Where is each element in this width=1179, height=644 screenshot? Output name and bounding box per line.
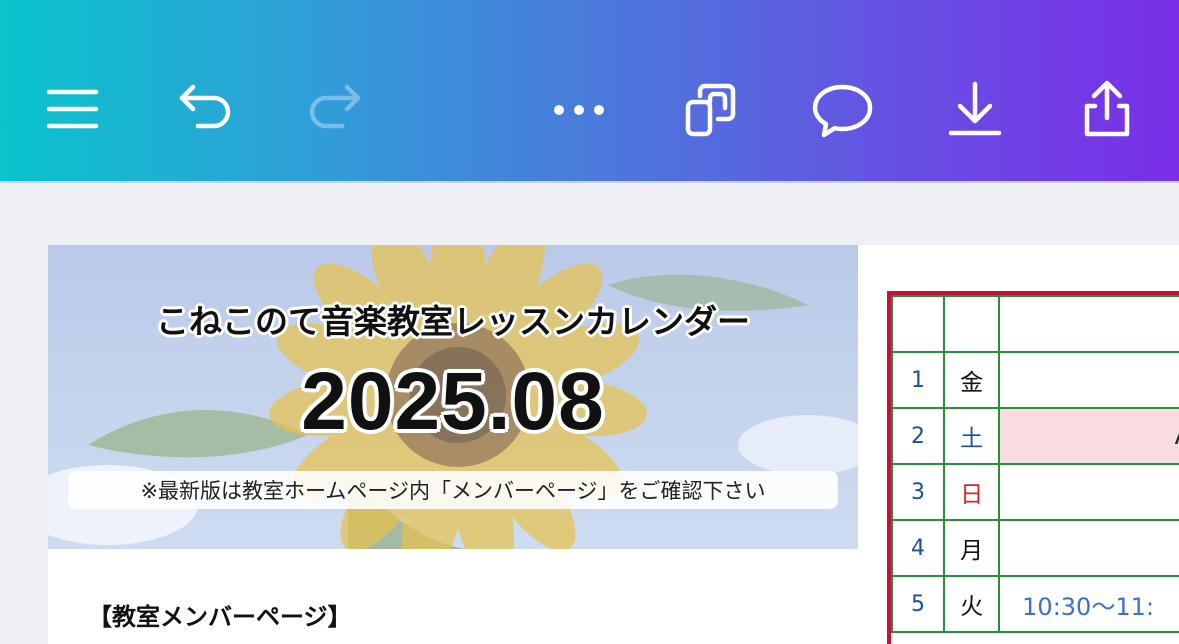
download-button[interactable] — [943, 78, 1007, 142]
calendar-table: 1 金 2 土 A 3 日 4 月 5 火 10:30〜1 — [891, 295, 1179, 633]
day-number: 4 — [891, 519, 946, 577]
pages-button[interactable] — [678, 78, 742, 142]
pages-icon — [685, 83, 736, 137]
menu-icon — [46, 89, 99, 129]
header-cell — [998, 295, 1179, 353]
section-heading[interactable]: 【教室メンバーページ】 — [88, 597, 352, 632]
day-of-week: 火 — [943, 575, 1001, 633]
redo-button[interactable] — [302, 78, 366, 142]
menu-button[interactable] — [40, 78, 104, 142]
calendar-row[interactable]: 2 土 A — [891, 407, 1179, 465]
day-of-week: 金 — [943, 351, 1001, 409]
day-of-week: 土 — [943, 407, 1001, 465]
day-number: 2 — [891, 407, 946, 465]
lesson-calendar[interactable]: 1 金 2 土 A 3 日 4 月 5 火 10:30〜1 — [887, 291, 1179, 644]
more-icon — [554, 105, 604, 115]
calendar-row[interactable]: 1 金 — [891, 351, 1179, 409]
event-cell[interactable]: A — [998, 407, 1179, 465]
calendar-row[interactable]: 5 火 10:30〜11: — [891, 575, 1179, 633]
editor-toolbar — [0, 0, 1179, 183]
calendar-banner[interactable]: こねこのて音楽教室レッスンカレンダー 2025.08 ※最新版は教室ホームページ… — [48, 245, 858, 549]
day-number: 3 — [891, 463, 946, 521]
banner-date: 2025.08 — [301, 356, 605, 447]
download-icon — [948, 81, 1002, 136]
header-cell — [943, 295, 1001, 353]
day-number: 1 — [891, 351, 946, 409]
calendar-row[interactable]: 4 月 — [891, 519, 1179, 577]
event-cell[interactable] — [998, 351, 1179, 409]
redo-icon — [309, 84, 361, 129]
page-content: 【教室メンバーページ】 — [48, 549, 858, 644]
event-cell[interactable] — [998, 519, 1179, 577]
day-number: 5 — [891, 575, 946, 633]
share-button[interactable] — [1075, 78, 1139, 142]
calendar-row[interactable]: 3 日 — [891, 463, 1179, 521]
day-of-week: 日 — [943, 463, 1001, 521]
undo-button[interactable] — [174, 78, 238, 142]
calendar-header-row — [891, 295, 1179, 353]
event-cell[interactable]: 10:30〜11: — [998, 575, 1179, 633]
event-cell[interactable] — [998, 463, 1179, 521]
undo-icon — [179, 84, 231, 129]
header-cell — [891, 295, 946, 353]
share-icon — [1084, 80, 1130, 137]
banner-title: こねこのて音楽教室レッスンカレンダー — [156, 302, 750, 341]
banner-note: ※最新版は教室ホームページ内「メンバーページ」をご確認下さい — [68, 471, 838, 509]
day-of-week: 月 — [943, 519, 1001, 577]
comment-button[interactable] — [810, 78, 874, 142]
more-options-button[interactable] — [547, 78, 611, 142]
comment-icon — [812, 84, 873, 138]
